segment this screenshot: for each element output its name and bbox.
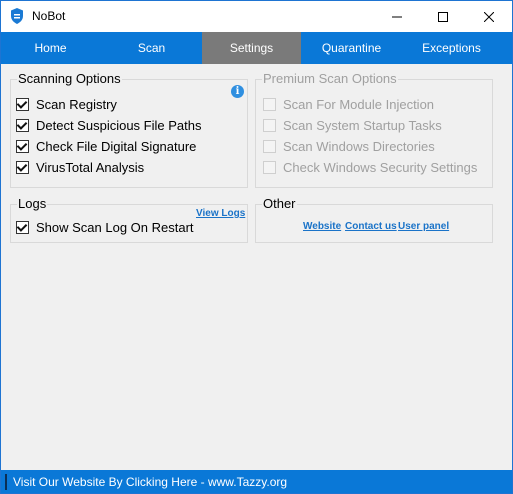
close-icon [484,11,494,22]
checkbox-box [263,161,276,174]
startup-tasks-checkbox: Scan System Startup Tasks [263,118,442,133]
checkbox-label: Show Scan Log On Restart [36,220,194,235]
info-icon[interactable]: i [231,85,244,98]
maximize-button[interactable] [420,1,466,32]
checkbox-box[interactable] [16,161,29,174]
checkbox-label: Check Windows Security Settings [283,160,478,175]
checkbox-label: Check File Digital Signature [36,139,197,154]
checkbox-label: Scan Registry [36,97,117,112]
other-title: Other [262,196,297,211]
checkbox-box[interactable] [16,98,29,111]
logs-title: Logs [17,196,48,211]
virustotal-analysis-checkbox[interactable]: VirusTotal Analysis [16,160,144,175]
checkbox-box[interactable] [16,221,29,234]
checkbox-label: Scan Windows Directories [283,139,435,154]
tab-home[interactable]: Home [1,32,100,64]
module-injection-checkbox: Scan For Module Injection [263,97,434,112]
minimize-icon [392,16,402,17]
scan-registry-checkbox[interactable]: Scan Registry [16,97,117,112]
tab-scan[interactable]: Scan [102,32,201,64]
checkbox-box[interactable] [16,140,29,153]
checkbox-label: VirusTotal Analysis [36,160,145,175]
checkbox-box[interactable] [16,119,29,132]
close-button[interactable] [466,1,512,32]
contact-us-link[interactable]: Contact us [345,221,397,232]
view-logs-link[interactable]: View Logs [196,208,245,219]
maximize-icon [438,11,448,22]
tab-settings[interactable]: Settings [202,32,301,64]
app-window: NoBot Home Scan Settings Quarantine Exce… [0,0,513,494]
checkbox-box [263,119,276,132]
website-link[interactable]: Website [303,221,341,232]
detect-suspicious-paths-checkbox[interactable]: Detect Suspicious File Paths [16,118,201,133]
status-bar-marker [5,474,7,490]
show-scan-log-checkbox[interactable]: Show Scan Log On Restart [16,220,194,235]
window-title: NoBot [32,9,66,23]
checkbox-box [263,98,276,111]
tab-exceptions[interactable]: Exceptions [402,32,501,64]
check-digital-signature-checkbox[interactable]: Check File Digital Signature [16,139,196,154]
premium-options-title: Premium Scan Options [262,71,398,86]
shield-icon [10,8,24,24]
security-settings-checkbox: Check Windows Security Settings [263,160,477,175]
checkbox-label: Detect Suspicious File Paths [36,118,202,133]
windows-directories-checkbox: Scan Windows Directories [263,139,435,154]
user-panel-link[interactable]: User panel [398,221,449,232]
checkbox-box [263,140,276,153]
checkbox-label: Scan System Startup Tasks [283,118,442,133]
status-bar[interactable]: Visit Our Website By Clicking Here - www… [1,470,512,493]
title-bar[interactable]: NoBot [1,1,512,32]
website-promo-link[interactable]: Visit Our Website By Clicking Here - www… [13,475,287,489]
minimize-button[interactable] [374,1,420,32]
scanning-options-title: Scanning Options [17,71,122,86]
tab-quarantine[interactable]: Quarantine [302,32,401,64]
nav-bar: Home Scan Settings Quarantine Exceptions [1,32,512,64]
checkbox-label: Scan For Module Injection [283,97,435,112]
